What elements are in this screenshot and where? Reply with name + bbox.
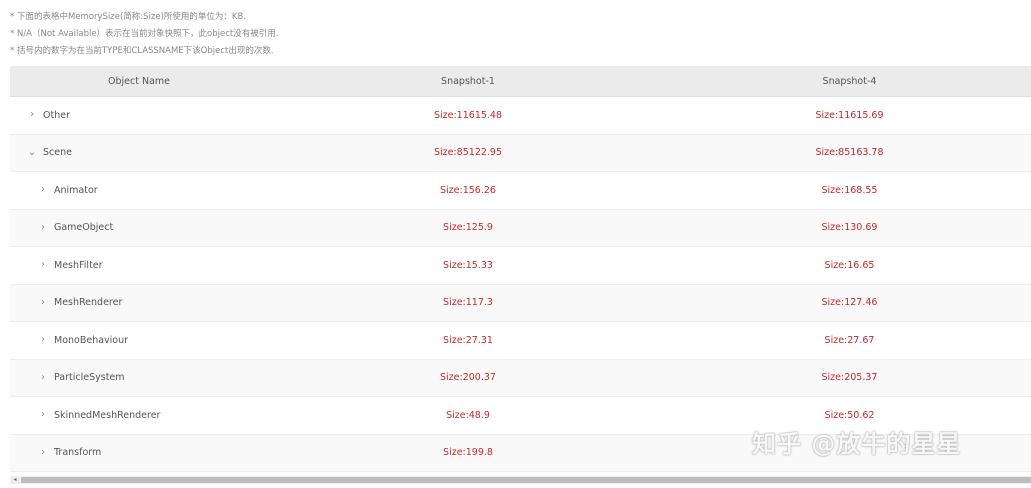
size-snapshot-4: Size:11615.69	[815, 109, 884, 121]
watermark: 知乎 @放牛的星星	[752, 430, 962, 458]
row-name: SkinnedMeshRenderer	[54, 409, 161, 421]
table-header: Object Name Snapshot-1 Snapshot-4	[10, 66, 1031, 97]
size-snapshot-4: Size:168.55	[821, 184, 878, 196]
size-snapshot-4: Size:85163.78	[815, 147, 884, 159]
row-name: GameObject	[54, 222, 114, 234]
row-name: MeshFilter	[54, 259, 103, 271]
chevron-right-icon[interactable]: ›	[37, 447, 49, 458]
size-snapshot-4: Size:50.62	[824, 409, 875, 421]
chevron-right-icon[interactable]: ›	[37, 335, 49, 345]
scroll-left-icon[interactable]: ◂	[10, 476, 20, 484]
size-snapshot-1: Size:11615.48	[433, 109, 503, 121]
row-name: Transform	[54, 447, 102, 459]
size-snapshot-1: Size:48.9	[446, 409, 490, 421]
table-row-scene[interactable]: ⌄ Scene Size:85122.95 Size:85163.78	[10, 134, 1031, 172]
table-row-meshfilter[interactable]: › MeshFilter Size:15.33 Size:16.65	[10, 247, 1031, 285]
header-snapshot-4[interactable]: Snapshot-4	[668, 76, 1031, 87]
chevron-right-icon[interactable]: ›	[37, 410, 49, 420]
row-name: Scene	[43, 147, 72, 159]
table-row-animator[interactable]: › Animator Size:156.26 Size:168.55	[10, 172, 1031, 210]
size-snapshot-1: Size:200.37	[440, 372, 496, 384]
size-snapshot-4: Size:205.37	[821, 372, 878, 384]
note-unit: * 下面的表格中MemorySize(简称:Size)所使用的单位为：KB.	[10, 12, 247, 22]
size-snapshot-1: Size:156.26	[440, 184, 496, 196]
notes: * 下面的表格中MemorySize(简称:Size)所使用的单位为：KB. *…	[10, 9, 278, 60]
size-snapshot-1: Size:199.8	[443, 447, 493, 459]
size-snapshot-1: Size:15.33	[443, 259, 493, 271]
note-na: * N/A（Not Available）表示在当前对象快照下，此object没有…	[10, 29, 279, 39]
row-name: MonoBehaviour	[54, 334, 129, 346]
row-name: MeshRenderer	[54, 297, 123, 309]
table-row-monobehaviour[interactable]: › MonoBehaviour Size:27.31 Size:27.67	[10, 322, 1031, 360]
row-name: Animator	[54, 184, 98, 196]
chevron-right-icon[interactable]: ›	[37, 260, 49, 270]
note-count: * 括号内的数字为在当前TYPE和CLASSNAME下该Object出现的次数.	[10, 46, 274, 56]
size-snapshot-1: Size:125.9	[443, 222, 493, 234]
snapshot-compare-table: Object Name Snapshot-1 Snapshot-4 › Othe…	[10, 66, 1031, 476]
chevron-right-icon[interactable]: ›	[26, 110, 38, 120]
row-name: Other	[43, 109, 70, 121]
chevron-right-icon[interactable]: ›	[37, 185, 49, 195]
horizontal-scrollbar[interactable]: ◂	[10, 476, 1031, 484]
size-snapshot-4: Size:27.67	[824, 334, 875, 346]
table-row-particlesystem[interactable]: › ParticleSystem Size:200.37 Size:205.37	[10, 359, 1031, 397]
size-snapshot-1: Size:27.31	[443, 334, 493, 346]
size-snapshot-1: Size:117.3	[443, 297, 493, 309]
table-row-gameobject[interactable]: › GameObject Size:125.9 Size:130.69	[10, 209, 1031, 247]
scroll-thumb[interactable]	[21, 477, 1031, 483]
size-snapshot-4: Size:16.65	[824, 259, 875, 271]
size-snapshot-4: Size:130.69	[821, 222, 878, 234]
size-snapshot-1: Size:85122.95	[433, 147, 503, 159]
row-name: ParticleSystem	[54, 372, 125, 384]
chevron-right-icon[interactable]: ›	[37, 372, 49, 383]
table-row-meshrenderer[interactable]: › MeshRenderer Size:117.3 Size:127.46	[10, 284, 1031, 322]
chevron-down-icon[interactable]: ⌄	[26, 147, 38, 158]
chevron-right-icon[interactable]: ›	[37, 222, 49, 233]
header-snapshot-1[interactable]: Snapshot-1	[268, 76, 668, 87]
header-object-name[interactable]: Object Name	[10, 76, 268, 87]
size-snapshot-4: Size:127.46	[821, 297, 878, 309]
table-row-other[interactable]: › Other Size:11615.48 Size:11615.69	[10, 97, 1031, 135]
chevron-right-icon[interactable]: ›	[37, 297, 49, 308]
